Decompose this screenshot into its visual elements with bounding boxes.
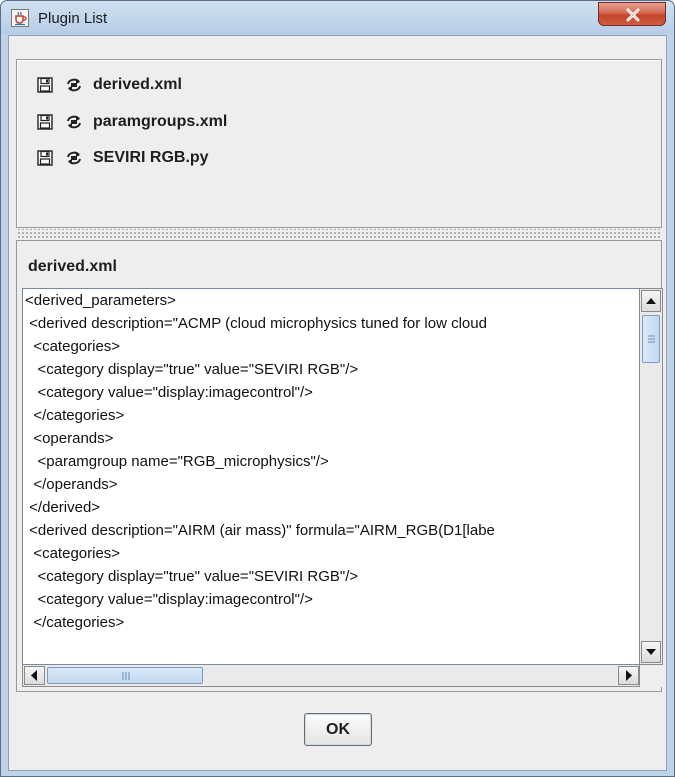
scrollbar-corner <box>640 665 663 687</box>
code-line: <categories> <box>25 545 121 562</box>
grip-icon <box>122 672 130 680</box>
close-button[interactable] <box>598 2 666 26</box>
scroll-right-button[interactable] <box>618 666 639 685</box>
scroll-down-button[interactable] <box>641 641 661 663</box>
arrow-left-icon <box>31 670 37 681</box>
title-bar[interactable]: Plugin List <box>1 1 674 34</box>
code-line: <derived description="ACMP (cloud microp… <box>25 315 487 332</box>
editor-file-title: derived.xml <box>28 258 117 275</box>
split-pane-divider[interactable] <box>16 229 662 239</box>
window-title: Plugin List <box>38 10 108 27</box>
code-line: </categories> <box>25 614 125 631</box>
floppy-disk-icon[interactable] <box>37 114 53 130</box>
code-line: <category value="display:imagecontrol"/> <box>25 591 313 608</box>
grip-icon <box>648 335 655 343</box>
floppy-disk-icon[interactable] <box>37 150 53 166</box>
code-line: </categories> <box>25 407 125 424</box>
code-line: <paramgroup name="RGB_microphysics"/> <box>25 453 329 470</box>
arrow-down-icon <box>646 649 656 655</box>
arrow-up-icon <box>646 298 656 304</box>
reload-arrows-icon[interactable] <box>65 150 83 166</box>
code-line: <category value="display:imagecontrol"/> <box>25 384 313 401</box>
vertical-scrollbar[interactable] <box>640 288 663 665</box>
plugin-item-seviri-rgb[interactable]: SEVIRI RGB.py <box>37 146 209 170</box>
horizontal-scroll-thumb[interactable] <box>47 667 203 684</box>
vertical-scroll-thumb[interactable] <box>642 315 660 363</box>
plugin-item-derived[interactable]: derived.xml <box>37 73 182 97</box>
java-cup-icon <box>11 9 29 27</box>
close-icon <box>626 8 640 22</box>
reload-arrows-icon[interactable] <box>65 77 83 93</box>
arrow-right-icon <box>626 670 632 681</box>
ok-button[interactable]: OK <box>304 713 372 746</box>
code-line: <derived description="AIRM (air mass)" f… <box>25 522 495 539</box>
code-line: </derived> <box>25 499 101 516</box>
code-text-area[interactable]: <derived_parameters> <derived descriptio… <box>22 288 640 665</box>
code-line: <categories> <box>25 338 121 355</box>
scroll-up-button[interactable] <box>641 290 661 312</box>
code-line: <category display="true" value="SEVIRI R… <box>25 361 359 378</box>
plugin-name: paramgroups.xml <box>93 113 228 130</box>
code-line: <category display="true" value="SEVIRI R… <box>25 568 359 585</box>
plugin-name: derived.xml <box>93 76 182 93</box>
floppy-disk-icon[interactable] <box>37 77 53 93</box>
code-line: <operands> <box>25 430 114 447</box>
code-line: <derived_parameters> <box>25 292 176 309</box>
plugin-item-paramgroups[interactable]: paramgroups.xml <box>37 110 227 134</box>
plugin-name: SEVIRI RGB.py <box>93 149 209 166</box>
code-line: </operands> <box>25 476 118 493</box>
plugin-list: derived.xml paramgroups.xml SEVIRI RGB.p… <box>16 59 662 228</box>
reload-arrows-icon[interactable] <box>65 114 83 130</box>
scroll-left-button[interactable] <box>24 666 45 685</box>
horizontal-scrollbar[interactable] <box>22 665 640 687</box>
